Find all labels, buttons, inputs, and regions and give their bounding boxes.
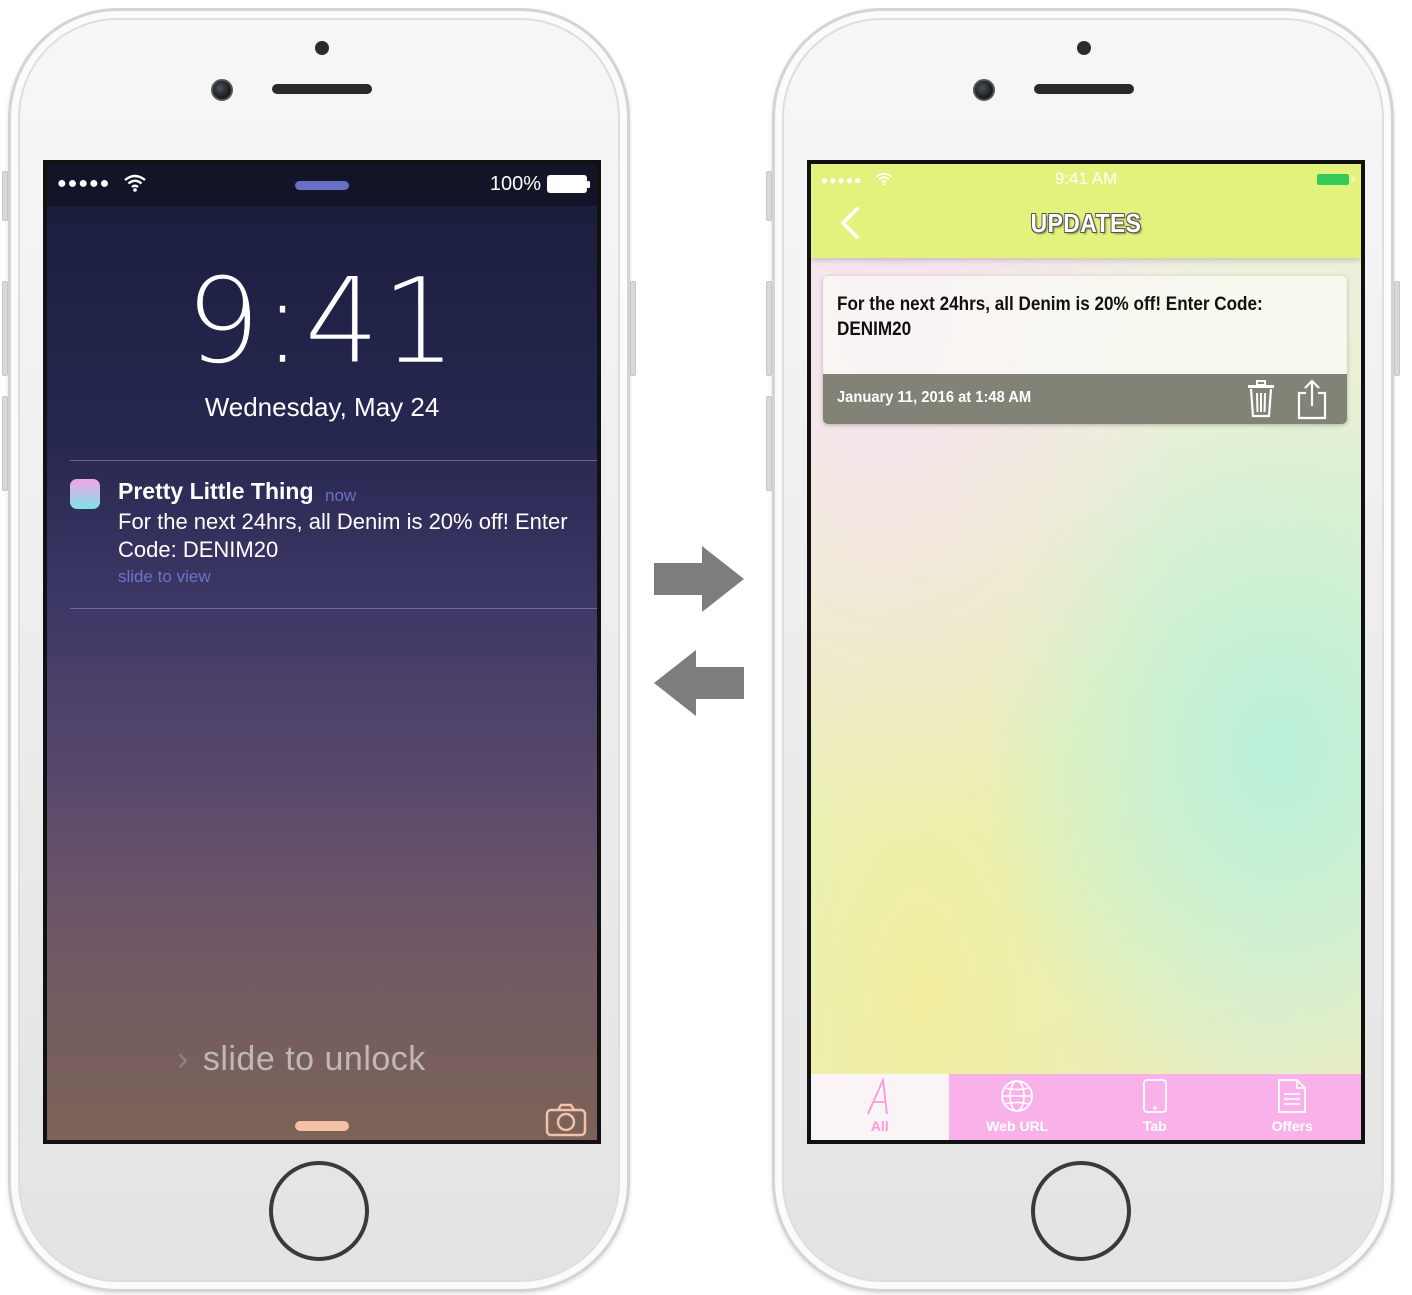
chevron-right-icon: › [177,1040,189,1078]
power-button [630,281,636,376]
wifi-icon [123,174,147,198]
app-icon [70,479,100,509]
tablet-icon [1142,1078,1168,1119]
notification-center-grabber[interactable] [295,181,349,190]
slide-to-unlock-label: slide to unlock [202,1040,426,1078]
status-bar: ●●●●● 9:41 AM ⚡ [811,164,1361,196]
notification-divider-top [70,460,597,461]
app-screen: ●●●●● 9:41 AM ⚡ UPDATES For the next 24h… [807,160,1365,1144]
status-bar: ●●●●● 100% [47,164,597,206]
tab-offers-label: Offers [1271,1118,1313,1134]
volume-up-button [766,281,772,376]
mute-switch [766,171,772,221]
letter-a-icon [863,1076,897,1121]
battery-percentage: 100% [489,173,541,195]
lock-screen: ●●●●● 100% 9:41 Wednesday, May 24 Pretty… [43,160,601,1144]
home-button[interactable] [269,1161,369,1261]
battery-icon [547,175,590,193]
arrow-right-icon [654,546,746,617]
page-title: UPDATES [1030,208,1142,238]
tab-all[interactable]: All [811,1074,949,1140]
app-header: ●●●●● 9:41 AM ⚡ UPDATES [811,164,1361,258]
left-phone-frame: ●●●●● 100% 9:41 Wednesday, May 24 Pretty… [2,8,636,1292]
home-button[interactable] [1031,1161,1131,1261]
tab-web-url-label: Web URL [986,1118,1049,1134]
notification-body: For the next 24hrs, all Denim is 20% off… [118,509,568,562]
tab-tab[interactable]: Tab [1086,1074,1224,1140]
tab-web-url[interactable]: Web URL [949,1074,1087,1140]
power-button [1394,281,1400,376]
proximity-sensor [1077,41,1091,55]
slide-to-unlock[interactable]: › slide to unlock [177,1040,426,1079]
volume-down-button [2,396,8,491]
lock-date: Wednesday, May 24 [204,392,440,422]
battery-icon [1317,174,1349,185]
notification-divider-bottom [70,608,597,609]
globe-icon [999,1078,1035,1119]
update-message-text: For the next 24hrs, all Denim is 20% off… [837,294,1263,340]
volume-down-button [766,396,772,491]
arrow-left-icon [654,650,746,721]
update-card-footer: January 11, 2016 at 1:48 AM [823,374,1347,424]
notification-slide-to-view[interactable]: slide to view [118,567,211,587]
charging-icon: ⚡ [1349,174,1357,186]
tab-tab-label: Tab [1142,1118,1167,1134]
document-icon [1277,1078,1307,1119]
volume-up-button [2,281,8,376]
earpiece-speaker [272,84,372,94]
share-icon[interactable] [1297,378,1327,424]
front-camera-icon [211,79,233,101]
control-center-grabber[interactable] [295,1121,349,1131]
front-camera-icon [973,79,995,101]
lock-clock: 9:41 [185,252,459,390]
notification-time: now [325,486,357,505]
update-message: For the next 24hrs, all Denim is 20% off… [823,276,1347,374]
update-card[interactable]: For the next 24hrs, all Denim is 20% off… [823,276,1347,424]
mute-switch [2,171,8,221]
tab-bar: All Web URL Tab Offers [811,1074,1361,1140]
camera-icon[interactable] [545,1103,587,1140]
earpiece-speaker [1034,84,1134,94]
right-phone-frame: ●●●●● 9:41 AM ⚡ UPDATES For the next 24h… [766,8,1400,1292]
status-clock: 9:41 AM [1054,169,1118,188]
tab-all-label: All [870,1118,889,1134]
tab-offers[interactable]: Offers [1224,1074,1362,1140]
update-date: January 11, 2016 at 1:48 AM [837,389,1032,406]
proximity-sensor [315,41,329,55]
notification-app-name: Pretty Little Thing [118,478,314,504]
trash-icon[interactable] [1247,380,1275,423]
signal-strength-icon: ●●●●● [57,175,111,192]
